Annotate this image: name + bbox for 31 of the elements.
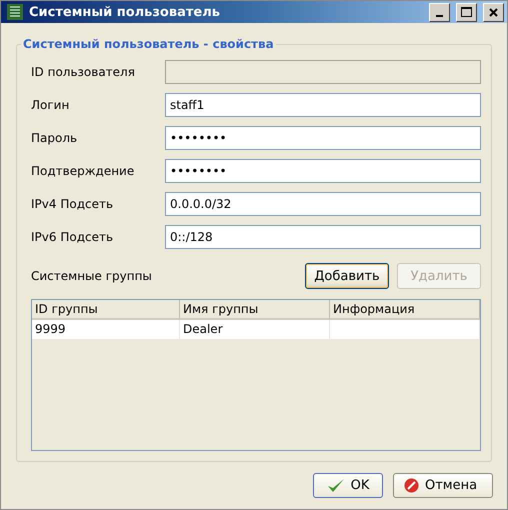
field-label: Пароль (31, 130, 78, 145)
table-cell: 9999 (32, 320, 180, 340)
input-field[interactable]: •••••••• (165, 158, 481, 183)
field-label: Логин (31, 98, 70, 112)
input-field[interactable]: 0::/128 (165, 224, 481, 249)
check-icon (326, 478, 345, 494)
field-label: IPv6 Подсеть (31, 230, 114, 244)
column-header[interactable]: Имя группы (180, 300, 330, 320)
input-field[interactable]: 0.0.0.0/32 (165, 192, 481, 216)
column-header[interactable]: Информация (330, 300, 480, 320)
group-title: Системный пользователь - свойства (22, 37, 275, 52)
field-label: Подтверждение (31, 164, 136, 178)
minimize-button[interactable] (429, 2, 450, 22)
ok-button[interactable]: OK (313, 473, 383, 498)
minimize-icon (436, 15, 443, 18)
close-button[interactable] (483, 2, 504, 22)
field-label: ID пользователя (31, 64, 136, 79)
add-button[interactable]: Добавить (305, 263, 389, 290)
window-title: Системный пользователь (29, 4, 221, 20)
maximize-icon (461, 7, 472, 18)
cancel-button[interactable]: Отмена (393, 473, 493, 498)
app-icon (7, 4, 23, 20)
column-header[interactable]: ID группы (32, 300, 180, 320)
input-field[interactable]: staff1 (165, 92, 481, 117)
cancel-icon (404, 478, 419, 494)
field-label: IPv4 Подсеть (31, 196, 114, 211)
section-label: Системные группы (31, 269, 153, 284)
close-icon (489, 8, 498, 17)
table-cell: Dealer (180, 320, 330, 340)
maximize-button[interactable] (456, 2, 477, 22)
input-field[interactable]: •••••••• (165, 126, 481, 150)
